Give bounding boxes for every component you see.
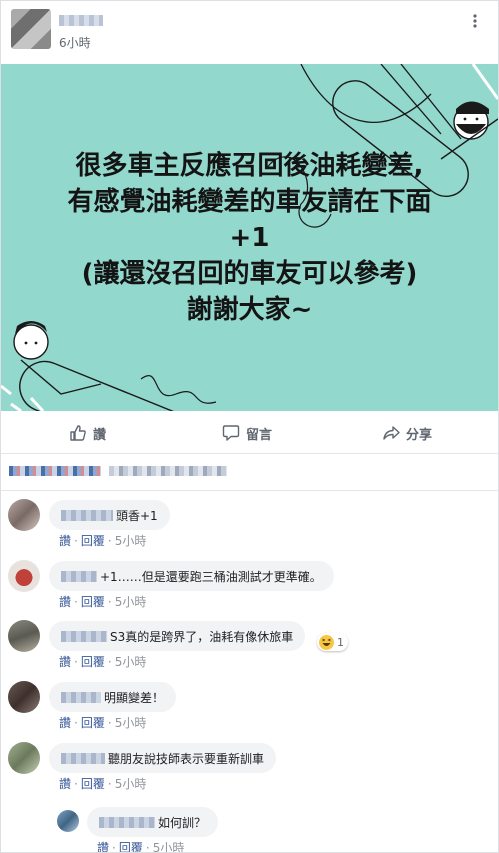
caption-line: 謝謝大家~ <box>186 295 313 325</box>
comment-text: 聽朋友說技師表示要重新訓車 <box>108 751 265 766</box>
comment-bubble: 頭香+1 <box>49 500 170 530</box>
separator-dot: · <box>74 655 78 669</box>
comment-meta: 讚 · 回覆 · 5小時 <box>59 775 146 792</box>
caption-line: (讓還沒召回的車友可以參考) <box>81 259 418 289</box>
comment-time[interactable]: 5小時 <box>115 777 147 791</box>
reaction-count: 1 <box>337 635 344 649</box>
comment-meta: 讚 · 回覆 · 5小時 <box>59 653 146 670</box>
reactions-summary[interactable] <box>1 454 498 491</box>
comment-text: 頭香+1 <box>116 508 158 523</box>
like-label: 讚 <box>93 427 107 443</box>
comment-time[interactable]: 5小時 <box>153 841 185 852</box>
comment-like-link[interactable]: 讚 <box>97 841 109 852</box>
caption-line: 有感覺油耗變差的車友請在下面 <box>67 187 432 217</box>
commenter-avatar[interactable] <box>8 620 40 652</box>
comment-time[interactable]: 5小時 <box>115 534 147 548</box>
comment-reaction-badge[interactable]: 1 <box>317 633 348 651</box>
reactors-blurred <box>9 466 101 476</box>
caption-line: +1 <box>229 223 270 253</box>
comment-time[interactable]: 5小時 <box>115 655 147 669</box>
comment-like-link[interactable]: 讚 <box>59 716 71 730</box>
separator-dot: · <box>107 777 112 791</box>
reactors-names-blurred <box>109 466 227 476</box>
share-label: 分享 <box>406 427 433 443</box>
comment-label: 留言 <box>246 427 273 443</box>
comment-text: S3真的是跨界了，油耗有像休旅車 <box>110 629 294 644</box>
comment-bubble: S3真的是跨界了，油耗有像休旅車 <box>49 621 306 651</box>
share-button[interactable]: 分享 <box>382 422 432 444</box>
comment-button[interactable]: 留言 <box>222 422 272 444</box>
comment-time[interactable]: 5小時 <box>115 716 147 730</box>
comment-bubble: +1……但是還要跑三桶油測試才更準確。 <box>49 561 334 591</box>
image-caption: 很多車主反應召回後油耗變差, 有感覺油耗變差的車友請在下面 +1 (讓還沒召回的… <box>1 148 498 328</box>
author-avatar[interactable] <box>11 9 51 49</box>
separator-dot: · <box>107 655 112 669</box>
haha-reaction-icon <box>319 634 334 650</box>
comment-meta: 讚 · 回覆 · 5小時 <box>97 839 185 853</box>
post-actions: 讚 留言 分享 <box>1 413 498 454</box>
comment-icon <box>222 425 240 441</box>
commenter-avatar[interactable] <box>8 681 40 713</box>
comment-bubble: 明顯變差！ <box>49 682 177 712</box>
separator-dot: · <box>112 841 116 853</box>
comment-reply-link[interactable]: 回覆 <box>81 534 105 548</box>
separator-dot: · <box>107 716 112 730</box>
separator-dot: · <box>74 716 78 730</box>
comment-like-link[interactable]: 讚 <box>59 595 71 609</box>
more-options-icon[interactable] <box>469 13 481 33</box>
comment-bubble: 聽朋友說技師表示要重新訓車 <box>49 743 277 773</box>
commenter-name-blurred[interactable] <box>61 630 107 642</box>
commenter-name-blurred[interactable] <box>61 509 113 521</box>
separator-dot: · <box>145 841 150 853</box>
comment-text: +1……但是還要跑三桶油測試才更準確。 <box>100 569 322 584</box>
comment-reply-link[interactable]: 回覆 <box>81 777 105 791</box>
commenter-name-blurred[interactable] <box>61 752 105 764</box>
commenter-avatar[interactable] <box>8 560 40 592</box>
caption-line: 很多車主反應召回後油耗變差, <box>75 151 424 181</box>
post-image[interactable]: 很多車主反應召回後油耗變差, 有感覺油耗變差的車友請在下面 +1 (讓還沒召回的… <box>1 64 498 411</box>
separator-dot: · <box>107 534 112 548</box>
comment-reply-link[interactable]: 回覆 <box>81 595 105 609</box>
share-icon <box>383 426 400 440</box>
comment-like-link[interactable]: 讚 <box>59 777 71 791</box>
comment-reply-link[interactable]: 回覆 <box>81 716 105 730</box>
comment-like-link[interactable]: 讚 <box>59 655 71 669</box>
post-header: 6小時 <box>1 1 498 61</box>
replier-name-blurred[interactable] <box>99 816 155 828</box>
comment-time[interactable]: 5小時 <box>115 595 147 609</box>
comment-meta: 讚 · 回覆 · 5小時 <box>59 714 146 731</box>
comment-meta: 讚 · 回覆 · 5小時 <box>59 532 146 549</box>
separator-dot: · <box>74 777 78 791</box>
separator-dot: · <box>74 534 78 548</box>
replier-avatar[interactable] <box>57 810 79 832</box>
comment-like-link[interactable]: 讚 <box>59 534 71 548</box>
comment-reply-link[interactable]: 回覆 <box>119 841 143 852</box>
post-timestamp[interactable]: 6小時 <box>59 34 91 51</box>
like-button[interactable]: 讚 <box>69 422 106 444</box>
separator-dot: · <box>74 595 78 609</box>
commenter-avatar[interactable] <box>8 499 40 531</box>
post-card: 6小時 很多車主反應召回後油耗變差, 有感覺油耗變差的車友請在下面 +1 (讓還… <box>0 0 499 853</box>
comment-text: 明顯變差！ <box>104 690 165 705</box>
separator-dot: · <box>107 595 112 609</box>
comment-bubble: 如何訓？ <box>87 807 219 837</box>
comment-meta: 讚 · 回覆 · 5小時 <box>59 593 146 610</box>
thumbs-up-icon <box>70 425 86 441</box>
author-name-blurred[interactable] <box>59 15 103 26</box>
comment-reply-link[interactable]: 回覆 <box>81 655 105 669</box>
comment-text: 如何訓？ <box>158 815 207 830</box>
commenter-name-blurred[interactable] <box>61 570 97 582</box>
commenter-avatar[interactable] <box>8 742 40 774</box>
commenter-name-blurred[interactable] <box>61 691 101 703</box>
